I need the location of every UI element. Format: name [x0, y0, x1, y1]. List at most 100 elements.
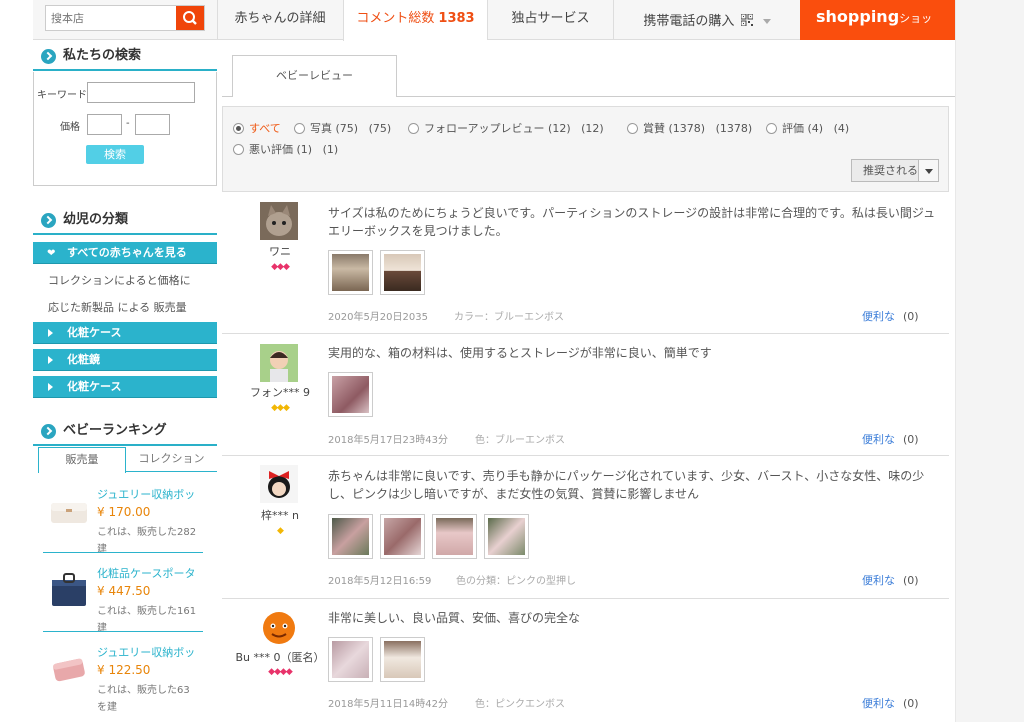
review-photo[interactable]	[380, 637, 425, 682]
review-photo[interactable]	[484, 514, 529, 559]
filter-count: (1378)	[715, 122, 753, 135]
user-level-gems: ◆◆◆	[271, 403, 290, 413]
filter-label: フォローアップレビュー (12)	[424, 122, 571, 135]
shopping-sub-label: ショッ	[899, 12, 933, 25]
tab-label: 携帯電話の購入	[643, 14, 735, 29]
ranking-tab-collection[interactable]: コレクション	[126, 447, 217, 472]
tab-label: 赤ちゃんの詳細	[234, 11, 326, 26]
product-name[interactable]: ジュエリー収納ボッ	[97, 644, 212, 660]
filter-label: すべて	[249, 122, 281, 135]
title-text: 私たちの検索	[63, 48, 142, 63]
category-item[interactable]: 化粧ケース	[33, 322, 217, 344]
tab-baby-review[interactable]: ベビーレビュー	[232, 55, 397, 97]
user-level-gems: ◆◆◆◆	[268, 667, 293, 677]
filter-photos[interactable]: 写真 (75) (75)	[294, 120, 391, 136]
tab-baby-details[interactable]: 赤ちゃんの詳細	[217, 0, 342, 40]
ranking-item[interactable]: ジュエリー収納ボッ ¥ 122.50 これは、販売した63を建	[38, 636, 209, 714]
heart-icon: ❤	[47, 248, 56, 259]
product-price: ¥ 447.50	[97, 584, 151, 598]
keyword-label: キーワード	[37, 90, 87, 101]
chevron-right-icon	[41, 424, 56, 439]
review-photo[interactable]	[328, 250, 373, 295]
chevron-down-icon	[762, 19, 771, 24]
review-text: サイズは私のためにちょうど良いです。パーティションのストレージの設計は非常に合理…	[328, 206, 936, 238]
review-date: 2018年5月11日14時42分	[328, 699, 448, 710]
search-submit-button[interactable]: 検索	[86, 145, 144, 164]
category-label: 化粧鏡	[67, 353, 100, 366]
review-photo[interactable]	[380, 250, 425, 295]
review-photo[interactable]	[380, 514, 425, 559]
qr-code-icon	[740, 13, 753, 27]
triangle-right-icon	[48, 356, 53, 364]
category-item[interactable]: 化粧鏡	[33, 349, 217, 371]
user-avatar-girl	[260, 465, 298, 503]
triangle-right-icon	[48, 329, 53, 337]
comment-count: 1383	[438, 11, 475, 26]
filter-bad[interactable]: 悪い評価 (1) (1)	[233, 141, 338, 157]
helpful-link[interactable]: 便利な	[862, 574, 895, 587]
shopping-button[interactable]: shoppingショッ	[800, 0, 955, 40]
helpful-count: (0)	[903, 310, 919, 323]
tab-comments[interactable]: コメント総数 1383	[343, 0, 487, 41]
title-text: 幼児の分類	[63, 212, 129, 227]
category-all-babies[interactable]: ❤ すべての赤ちゃんを見る	[33, 242, 217, 264]
radio-icon	[294, 123, 305, 134]
chevron-right-icon	[41, 213, 56, 228]
tab-label: 独占サービス	[511, 11, 590, 26]
product-price: ¥ 170.00	[97, 505, 151, 519]
radio-icon	[627, 123, 638, 134]
sort-label: 推奨される	[863, 164, 918, 177]
filter-rating[interactable]: 評価 (4) (4)	[766, 120, 849, 136]
sort-link[interactable]: 応じた新製品 による 販売量	[33, 294, 217, 321]
filter-count: (4)	[833, 122, 850, 135]
product-variant: 色：ピンクエンボス	[475, 699, 565, 710]
price-min-input[interactable]	[87, 114, 122, 135]
tab-exclusive-service[interactable]: 独占サービス	[487, 0, 613, 40]
keyword-input[interactable]	[87, 82, 195, 103]
helpful-link[interactable]: 便利な	[862, 697, 895, 710]
shop-search-input[interactable]	[46, 6, 178, 30]
sort-dropdown[interactable]: 推奨される	[851, 159, 939, 182]
username: 梓*** n	[261, 509, 299, 522]
sort-links: コレクションによると価格に 応じた新製品 による 販売量	[33, 267, 217, 321]
helpful-link[interactable]: 便利な	[862, 433, 895, 446]
product-name[interactable]: 化粧品ケースポータ	[97, 565, 212, 581]
page: 赤ちゃんの詳細 コメント総数1383 独占サービス 携帯電話の購入 shoppi…	[0, 0, 1024, 722]
review-date: 2020年5月20日2035	[328, 312, 428, 323]
category-item[interactable]: 化粧ケース	[33, 376, 217, 398]
filter-count: (12)	[581, 122, 604, 135]
review-photo[interactable]	[432, 514, 477, 559]
review-photo[interactable]	[328, 372, 373, 417]
ranking-item[interactable]: ジュエリー収納ボッ ¥ 170.00 これは、販売した282建	[38, 478, 209, 556]
review-photo[interactable]	[328, 637, 373, 682]
review-item: ワニ ◆◆◆ サイズは私のためにちょうど良いです。パーティションのストレージの設…	[222, 192, 949, 334]
review-filter-bar: すべて 写真 (75) (75) フォローアップレビュー (12) (12) 賞…	[222, 106, 949, 192]
review-item: 梓*** n ◆ 赤ちゃんは非常に良いです、売り手も静かにパッケージ化されていま…	[222, 457, 949, 599]
ranking-tab-sales[interactable]: 販売量	[38, 447, 126, 473]
ranking-item[interactable]: 化粧品ケースポータ ¥ 447.50 これは、販売した161建	[38, 557, 209, 635]
review-text: 実用的な、箱の材料は、使用するとストレージが非常に良い、簡単です	[328, 346, 712, 360]
filter-follow-up[interactable]: フォローアップレビュー (12) (12)	[408, 120, 604, 136]
review-text: 赤ちゃんは非常に良いです、売り手も静かにパッケージ化されています、少女、バースト…	[328, 469, 925, 501]
tab-label: コメント総数	[356, 11, 435, 26]
filter-praise[interactable]: 賞賛 (1378) (1378)	[627, 120, 752, 136]
sidebar-ranking-title: ベビーランキング	[33, 418, 217, 446]
product-thumbnail	[53, 658, 85, 682]
search-button[interactable]	[176, 6, 204, 30]
price-max-input[interactable]	[135, 114, 170, 135]
review-photo[interactable]	[328, 514, 373, 559]
price-label: 価格	[60, 122, 80, 133]
radio-icon	[233, 123, 244, 134]
shopping-label: shopping	[816, 7, 900, 26]
review-date: 2018年5月17日23時43分	[328, 435, 448, 446]
product-name[interactable]: ジュエリー収納ボッ	[97, 486, 212, 502]
radio-icon	[233, 144, 244, 155]
search-icon	[183, 11, 197, 25]
product-price: ¥ 122.50	[97, 663, 151, 677]
sidebar-category-title: 幼児の分類	[33, 207, 217, 235]
sort-link[interactable]: コレクションによると価格に	[33, 267, 217, 294]
filter-all[interactable]: すべて	[233, 120, 281, 136]
tab-mobile-purchase[interactable]: 携帯電話の購入	[613, 0, 800, 40]
search-panel: キーワード 価格 - 検索	[33, 72, 217, 186]
helpful-link[interactable]: 便利な	[862, 310, 895, 323]
